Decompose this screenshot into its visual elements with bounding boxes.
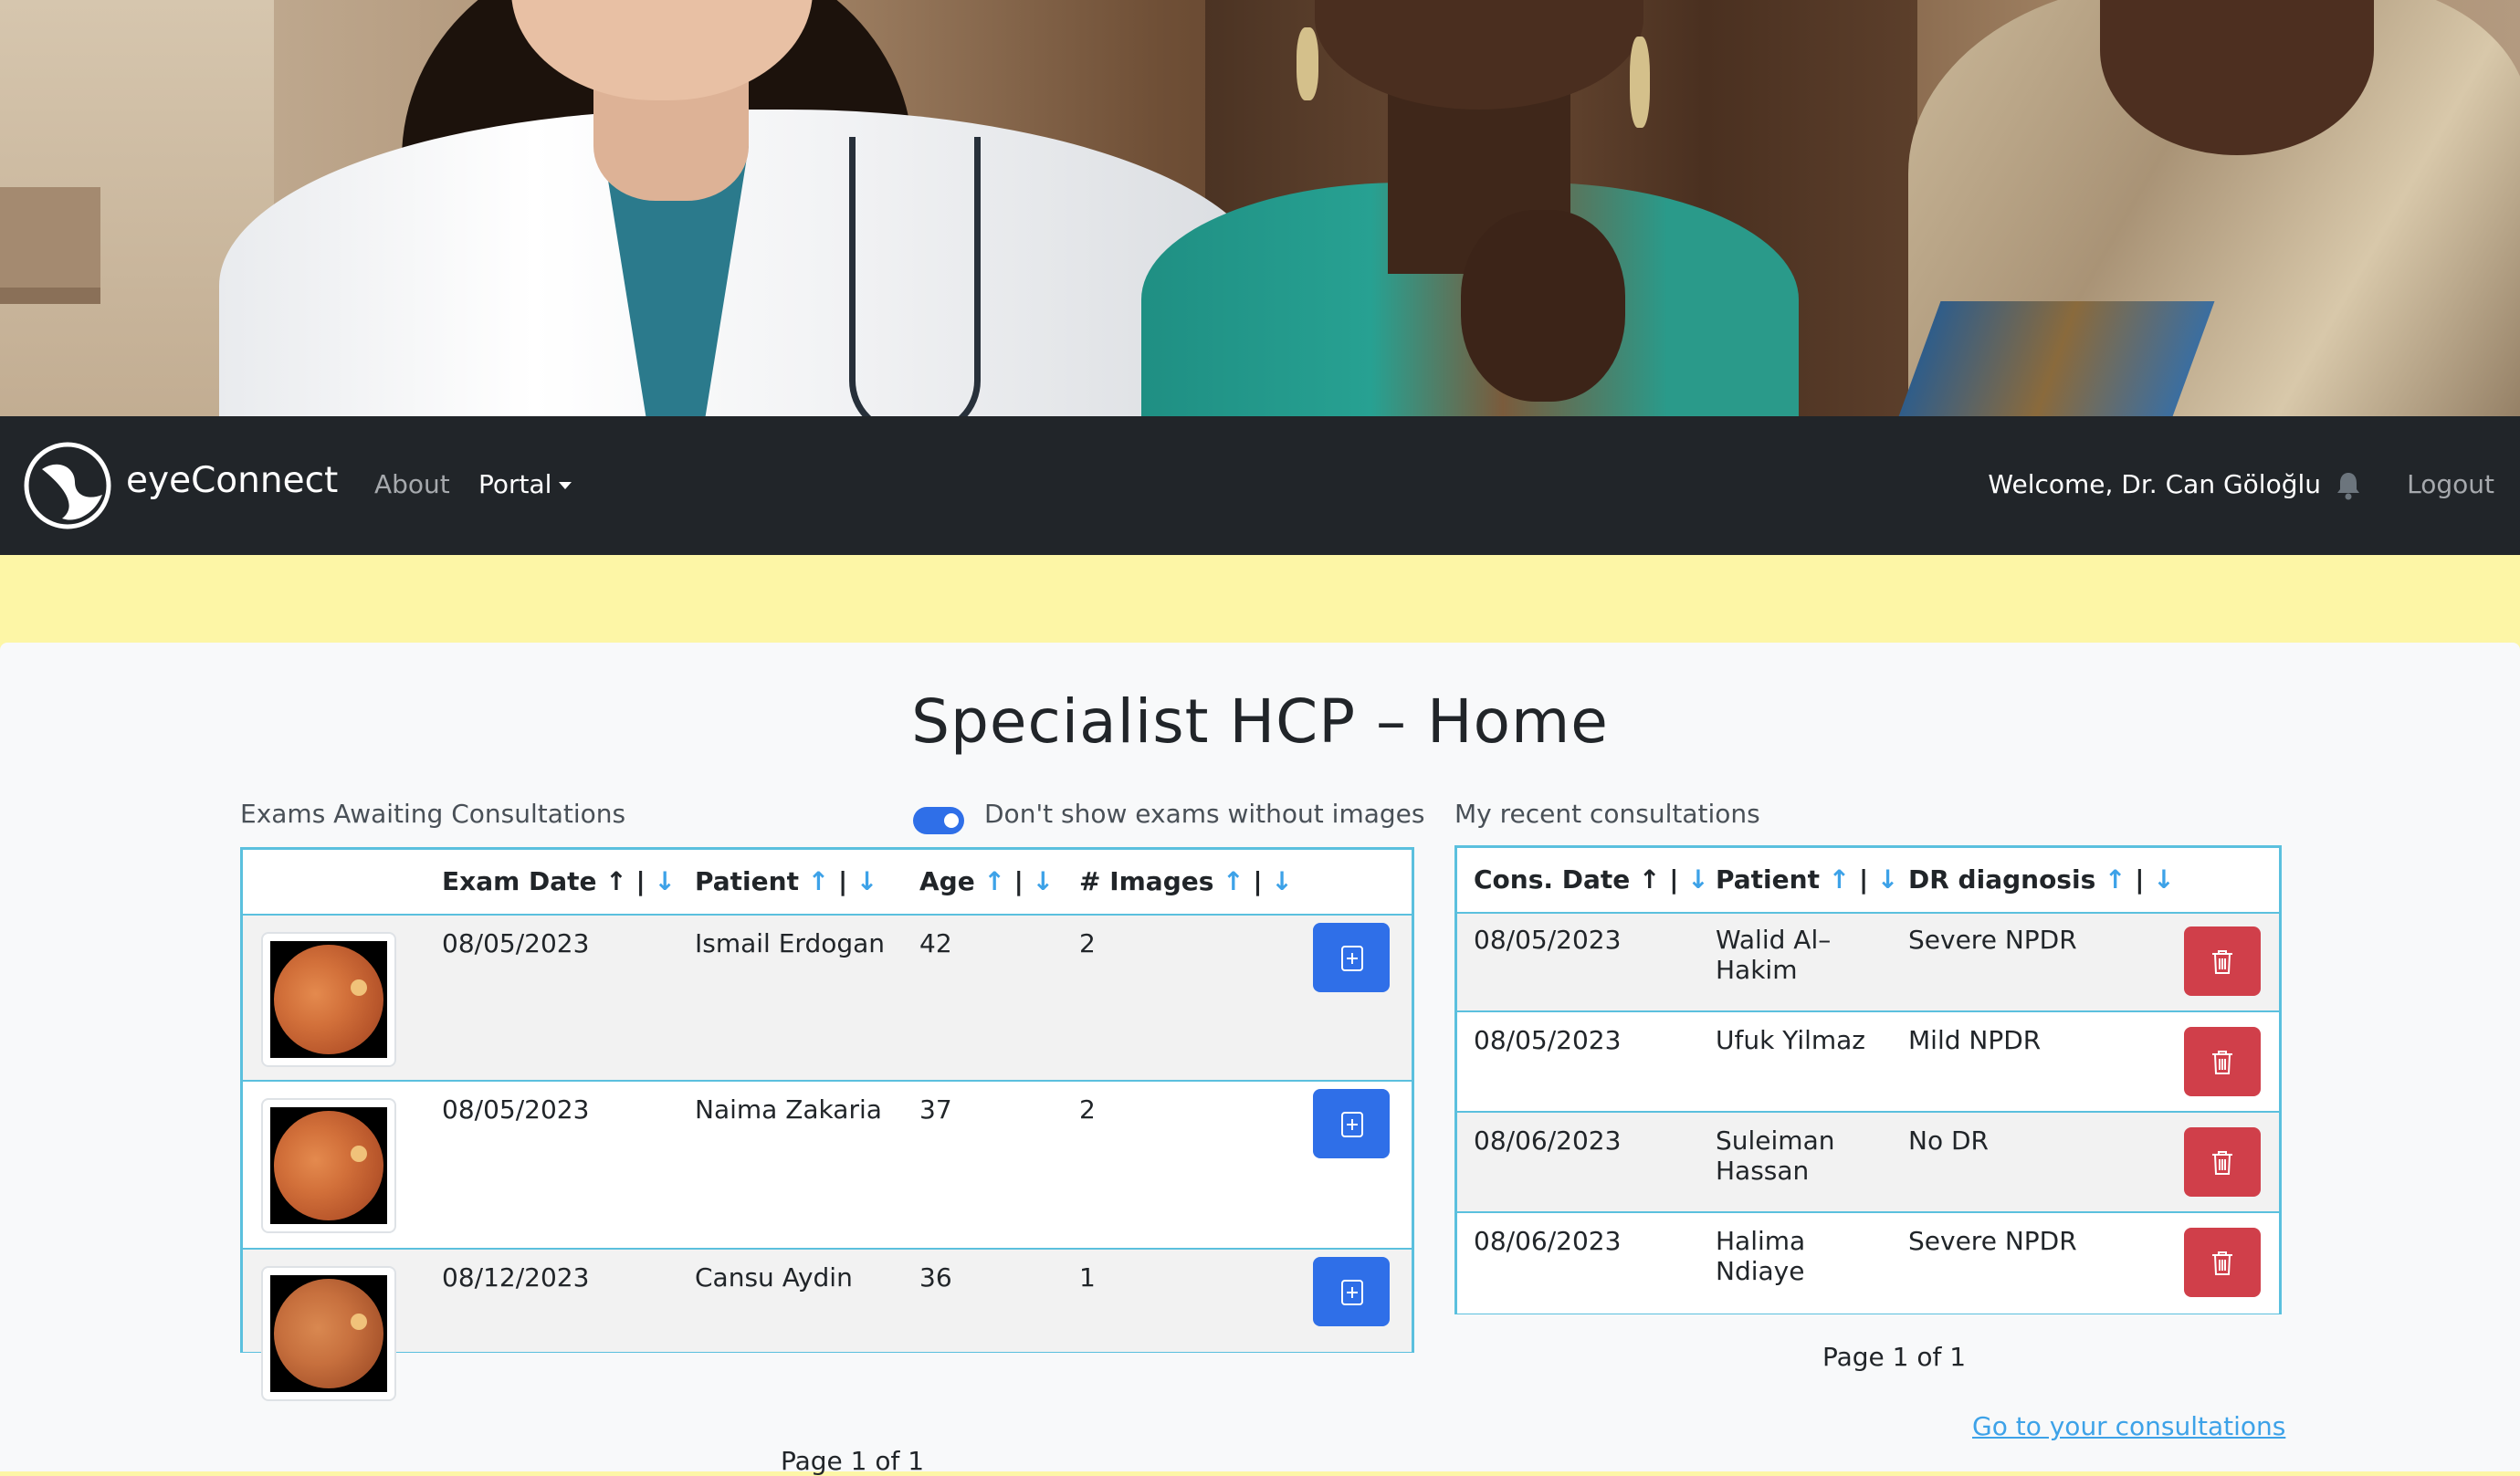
add-document-icon xyxy=(1341,1280,1363,1305)
consults-table: Cons. Date ↑ | ↓ Patient ↑ | ↓ DR diagno… xyxy=(1454,845,2282,1314)
sort-asc-icon[interactable]: ↑ xyxy=(1829,864,1850,895)
sort-desc-icon[interactable]: ↓ xyxy=(1033,866,1054,896)
eyeconnect-logo-icon[interactable] xyxy=(22,440,113,531)
sort-asc-icon[interactable]: ↑ xyxy=(605,866,626,896)
trash-icon xyxy=(2212,1151,2232,1175)
delete-consultation-button[interactable] xyxy=(2184,1027,2261,1096)
consults-table-header: Cons. Date ↑ | ↓ Patient ↑ | ↓ DR diagno… xyxy=(1457,848,2279,912)
navbar: eyeConnect About Portal Welcome, Dr. Can… xyxy=(0,416,2520,555)
consult-date: 08/06/2023 xyxy=(1474,1125,1622,1156)
hide-exams-without-images-toggle[interactable] xyxy=(913,807,964,834)
hero-photo xyxy=(0,0,2520,416)
exams-table: Exam Date ↑ | ↓ Patient ↑ | ↓ Age ↑ | ↓ … xyxy=(240,847,1414,1401)
consult-row: 08/05/2023 Ufuk Yilmaz Mild NPDR xyxy=(1457,1010,2279,1113)
start-consultation-button[interactable] xyxy=(1313,1257,1390,1326)
exams-section-label: Exams Awaiting Consultations xyxy=(240,799,626,829)
bell-icon[interactable] xyxy=(2336,471,2361,500)
delete-consultation-button[interactable] xyxy=(2184,1228,2261,1297)
exam-image-count: 1 xyxy=(1079,1262,1096,1293)
consult-diagnosis: Severe NPDR xyxy=(1908,1226,2077,1256)
add-document-icon xyxy=(1341,946,1363,971)
exam-row: 08/05/2023 Ismail Erdogan 42 2 xyxy=(243,914,1412,1082)
add-document-icon xyxy=(1341,1112,1363,1137)
fundus-thumbnail[interactable] xyxy=(261,1266,396,1401)
trash-icon xyxy=(2212,1051,2232,1074)
main-content: Specialist HCP – Home Exams Awaiting Con… xyxy=(0,643,2520,1476)
consult-row: 08/06/2023 Suleiman Hassan No DR xyxy=(1457,1111,2279,1213)
header-age: Age ↑ | ↓ xyxy=(919,866,1055,896)
header-dr-diagnosis: DR diagnosis ↑ | ↓ xyxy=(1908,864,2175,895)
consult-patient: Suleiman Hassan xyxy=(1716,1125,1835,1186)
caret-down-icon xyxy=(559,482,572,489)
trash-icon xyxy=(2212,950,2232,974)
sort-desc-icon[interactable]: ↓ xyxy=(2153,864,2174,895)
consult-patient: Ufuk Yilmaz xyxy=(1716,1025,1866,1055)
exam-date: 08/05/2023 xyxy=(442,1094,590,1125)
sort-asc-icon[interactable]: ↑ xyxy=(2105,864,2126,895)
start-consultation-button[interactable] xyxy=(1313,923,1390,992)
sort-asc-icon[interactable]: ↑ xyxy=(1223,866,1244,896)
exam-image-count: 2 xyxy=(1079,1094,1096,1125)
sort-desc-icon[interactable]: ↓ xyxy=(1687,864,1708,895)
exam-patient: Ismail Erdogan xyxy=(695,928,886,958)
delete-consultation-button[interactable] xyxy=(2184,926,2261,996)
fundus-thumbnail[interactable] xyxy=(261,1098,396,1233)
consults-section-label: My recent consultations xyxy=(1454,799,1760,829)
brand-name[interactable]: eyeConnect xyxy=(126,460,338,501)
exam-image-count: 2 xyxy=(1079,928,1096,958)
toggle-label: Don't show exams without images xyxy=(984,799,1425,829)
exam-row: 08/05/2023 Naima Zakaria 37 2 xyxy=(243,1080,1412,1250)
consult-date: 08/06/2023 xyxy=(1474,1226,1622,1256)
go-to-consultations-link[interactable]: Go to your consultations xyxy=(1972,1411,2285,1441)
header-images: # Images ↑ | ↓ xyxy=(1079,866,1293,896)
header-patient: Patient ↑ | ↓ xyxy=(695,866,878,896)
consult-row: 08/05/2023 Walid Al– Hakim Severe NPDR xyxy=(1457,912,2279,1012)
consult-diagnosis: Mild NPDR xyxy=(1908,1025,2042,1055)
exam-row: 08/12/2023 Cansu Aydin 36 1 xyxy=(243,1248,1412,1401)
welcome-text: Welcome, Dr. Can Göloğlu xyxy=(1988,469,2321,499)
trash-icon xyxy=(2212,1251,2232,1275)
logout-link[interactable]: Logout xyxy=(2407,469,2494,499)
header-exam-date: Exam Date ↑ | ↓ xyxy=(442,866,676,896)
nav-about-link[interactable]: About xyxy=(374,469,450,499)
sort-desc-icon[interactable]: ↓ xyxy=(1877,864,1898,895)
nav-portal-dropdown[interactable]: Portal xyxy=(478,469,572,499)
page-title: Specialist HCP – Home xyxy=(911,686,1609,757)
consult-patient: Halima Ndiaye xyxy=(1716,1226,1806,1286)
nav-portal-label: Portal xyxy=(478,469,552,499)
exams-pager: Page 1 of 1 xyxy=(781,1446,925,1476)
consult-date: 08/05/2023 xyxy=(1474,925,1622,955)
exam-date: 08/12/2023 xyxy=(442,1262,590,1293)
sort-desc-icon[interactable]: ↓ xyxy=(856,866,877,896)
header-cons-date: Cons. Date ↑ | ↓ xyxy=(1474,864,1709,895)
sort-asc-icon[interactable]: ↑ xyxy=(983,866,1004,896)
delete-consultation-button[interactable] xyxy=(2184,1127,2261,1197)
exam-date: 08/05/2023 xyxy=(442,928,590,958)
start-consultation-button[interactable] xyxy=(1313,1089,1390,1158)
exam-patient: Cansu Aydin xyxy=(695,1262,853,1293)
consult-date: 08/05/2023 xyxy=(1474,1025,1622,1055)
consults-pager: Page 1 of 1 xyxy=(1822,1342,1967,1372)
consult-diagnosis: No DR xyxy=(1908,1125,1989,1156)
exam-age: 42 xyxy=(919,928,952,958)
exams-table-header: Exam Date ↑ | ↓ Patient ↑ | ↓ Age ↑ | ↓ … xyxy=(243,850,1412,914)
sort-asc-icon[interactable]: ↑ xyxy=(1639,864,1660,895)
sort-desc-icon[interactable]: ↓ xyxy=(1271,866,1292,896)
consult-diagnosis: Severe NPDR xyxy=(1908,925,2077,955)
sort-asc-icon[interactable]: ↑ xyxy=(808,866,829,896)
fundus-thumbnail[interactable] xyxy=(261,932,396,1067)
exam-age: 36 xyxy=(919,1262,952,1293)
consult-patient: Walid Al– Hakim xyxy=(1716,925,1832,985)
exam-age: 37 xyxy=(919,1094,952,1125)
consult-row: 08/06/2023 Halima Ndiaye Severe NPDR xyxy=(1457,1211,2279,1314)
exam-patient: Naima Zakaria xyxy=(695,1094,882,1125)
sort-desc-icon[interactable]: ↓ xyxy=(654,866,675,896)
header-patient: Patient ↑ | ↓ xyxy=(1716,864,1899,895)
